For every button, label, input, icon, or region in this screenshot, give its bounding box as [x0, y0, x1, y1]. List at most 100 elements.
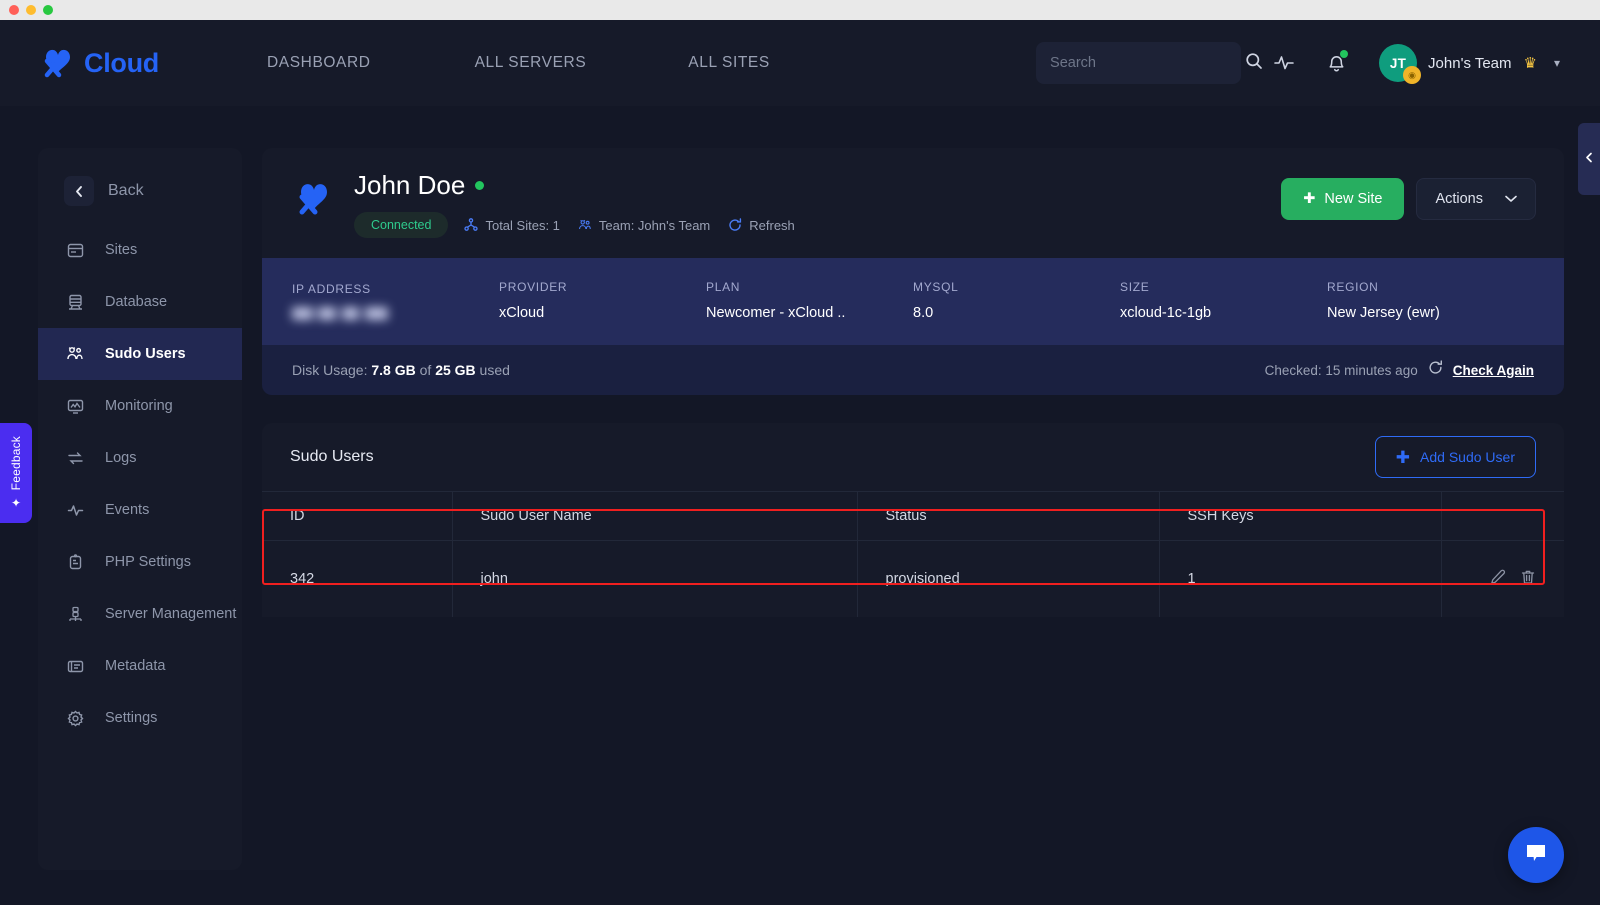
notification-badge-dot — [1340, 50, 1348, 58]
server-title-row: John Doe — [354, 170, 813, 201]
sidebar-label: Metadata — [105, 658, 165, 674]
sidebar-item-logs[interactable]: Logs — [38, 432, 242, 484]
region-value: New Jersey (ewr) — [1327, 305, 1534, 321]
table-header-row: ID Sudo User Name Status SSH Keys — [262, 492, 1564, 541]
sidebar-label: Sites — [105, 242, 137, 258]
user-team-menu[interactable]: JT ◉ John's Team ♛ ▾ — [1379, 44, 1560, 82]
panel-collapse-handle[interactable] — [1578, 123, 1600, 195]
brand-logo-link[interactable]: Cloud — [38, 44, 159, 82]
disk-of: of — [420, 362, 432, 378]
refresh-button[interactable]: Refresh — [728, 218, 795, 233]
sudo-users-title: Sudo Users — [290, 448, 374, 466]
table-row[interactable]: 342 john provisioned 1 — [262, 541, 1564, 618]
actions-dropdown-button[interactable]: Actions — [1416, 178, 1536, 220]
search-input[interactable] — [1050, 55, 1237, 71]
disk-check-cluster: Checked: 15 minutes ago Check Again — [1265, 360, 1534, 380]
online-status-dot — [475, 181, 484, 190]
total-sites-label: Total Sites: 1 — [485, 218, 559, 233]
info-col-mysql: MYSQL 8.0 — [913, 280, 1120, 321]
server-header: John Doe Connected Total Sites: 1 Team: … — [262, 148, 1564, 258]
add-sudo-user-button[interactable]: ✚ Add Sudo User — [1375, 436, 1536, 478]
column-header-id: ID — [262, 492, 452, 541]
back-button[interactable]: Back — [38, 158, 242, 224]
events-icon — [66, 501, 84, 519]
sidebar-item-server-management[interactable]: Server Management — [38, 588, 242, 640]
primary-nav: DASHBOARD ALL SERVERS ALL SITES — [241, 44, 796, 82]
sidebar-item-settings[interactable]: Settings — [38, 692, 242, 744]
feedback-label: Feedback — [9, 436, 23, 490]
info-col-size: SIZE xcloud-1c-1gb — [1120, 280, 1327, 321]
cell-row-actions — [1441, 541, 1564, 618]
check-again-button[interactable]: Check Again — [1453, 363, 1534, 378]
sidebar-item-php-settings[interactable]: PHP Settings — [38, 536, 242, 588]
chat-support-button[interactable] — [1508, 827, 1564, 883]
new-site-label: New Site — [1324, 191, 1382, 207]
disk-prefix: Disk Usage: — [292, 362, 367, 378]
notifications-button[interactable] — [1319, 46, 1353, 80]
page-title: John Doe — [354, 170, 465, 201]
chevron-left-icon — [64, 176, 94, 206]
chevron-down-icon — [1505, 191, 1517, 207]
plus-icon: ✚ — [1303, 191, 1315, 207]
search-icon[interactable] — [1245, 52, 1263, 75]
ip-address-value — [292, 307, 388, 320]
window-maximize-button[interactable] — [43, 5, 53, 15]
info-col-plan: PLAN Newcomer - xCloud .. — [706, 280, 913, 321]
column-header-ssh-keys: SSH Keys — [1159, 492, 1441, 541]
sidebar-label: Events — [105, 502, 149, 518]
avatar-wrapper: JT ◉ — [1379, 44, 1417, 82]
sparkle-icon: ✦ — [11, 496, 21, 510]
table-body: 342 john provisioned 1 — [262, 541, 1564, 618]
feedback-tab[interactable]: Feedback ✦ — [0, 423, 32, 523]
logs-icon — [66, 449, 84, 467]
sidebar-label: Database — [105, 294, 167, 310]
size-value: xcloud-1c-1gb — [1120, 305, 1327, 321]
search-box[interactable] — [1036, 42, 1241, 84]
window-minimize-button[interactable] — [26, 5, 36, 15]
nav-all-sites[interactable]: ALL SITES — [662, 44, 796, 82]
edit-pencil-icon[interactable] — [1490, 569, 1506, 589]
chat-bubble-icon — [1523, 840, 1549, 871]
info-label: PLAN — [706, 280, 913, 294]
sidebar-label: Monitoring — [105, 398, 173, 414]
disk-used: 7.8 GB — [371, 362, 415, 378]
nav-all-servers[interactable]: ALL SERVERS — [449, 44, 613, 82]
sidebar-item-events[interactable]: Events — [38, 484, 242, 536]
sidebar-item-sudo-users[interactable]: Sudo Users — [38, 328, 242, 380]
cell-ssh-keys: 1 — [1159, 541, 1441, 618]
metadata-icon — [66, 657, 84, 675]
delete-trash-icon[interactable] — [1520, 569, 1536, 589]
nav-dashboard[interactable]: DASHBOARD — [241, 44, 397, 82]
disk-usage-text: Disk Usage: 7.8 GB of 25 GB used — [292, 362, 510, 378]
mysql-value: 8.0 — [913, 305, 1120, 321]
sidebar-item-database[interactable]: Database — [38, 276, 242, 328]
chevron-down-icon[interactable]: ▾ — [1554, 56, 1560, 70]
disk-usage-strip: Disk Usage: 7.8 GB of 25 GB used Checked… — [262, 345, 1564, 395]
add-sudo-user-label: Add Sudo User — [1420, 449, 1515, 465]
column-header-actions — [1441, 492, 1564, 541]
sudo-users-card-header: Sudo Users ✚ Add Sudo User — [262, 423, 1564, 491]
sites-icon — [66, 241, 84, 259]
user-team-name: John's Team — [1428, 55, 1511, 72]
server-meta-row: Connected Total Sites: 1 Team: John's Te… — [354, 212, 813, 238]
monitoring-icon — [66, 397, 84, 415]
sidebar-item-monitoring[interactable]: Monitoring — [38, 380, 242, 432]
topnav-right-cluster: JT ◉ John's Team ♛ ▾ — [1036, 42, 1560, 84]
new-site-button[interactable]: ✚ New Site — [1281, 178, 1404, 220]
main-content: John Doe Connected Total Sites: 1 Team: … — [262, 148, 1564, 870]
chevron-left-icon — [1584, 150, 1595, 168]
top-navigation-bar: Cloud DASHBOARD ALL SERVERS ALL SITES — [0, 20, 1600, 106]
sidebar-item-metadata[interactable]: Metadata — [38, 640, 242, 692]
window-close-button[interactable] — [9, 5, 19, 15]
server-sidebar: Back Sites Database — [38, 148, 242, 870]
server-info-strip: IP ADDRESS PROVIDER xCloud PLAN Newcomer… — [262, 258, 1564, 345]
activity-pulse-button[interactable] — [1267, 46, 1301, 80]
crown-icon: ♛ — [1524, 54, 1537, 72]
server-management-icon — [66, 605, 84, 623]
info-label: SIZE — [1120, 280, 1327, 294]
body-area: Back Sites Database — [0, 106, 1600, 870]
server-provider-logo-icon — [292, 178, 336, 220]
app-root: Cloud DASHBOARD ALL SERVERS ALL SITES — [0, 20, 1600, 905]
sidebar-item-sites[interactable]: Sites — [38, 224, 242, 276]
table-head: ID Sudo User Name Status SSH Keys — [262, 492, 1564, 541]
